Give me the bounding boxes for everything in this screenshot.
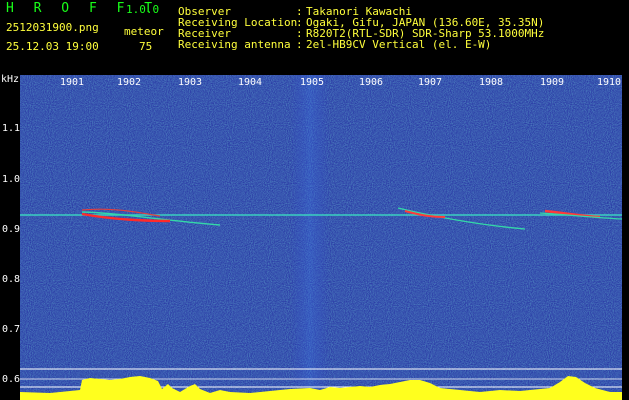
x-tick-label: 1903	[178, 77, 202, 88]
y-tick-label: 0.8	[2, 274, 21, 285]
info-colon: :	[296, 38, 303, 51]
y-axis-unit: kHz	[1, 74, 20, 85]
app-version: 1.0.0	[126, 3, 160, 16]
info-value: 2el-HB9CV Vertical (el. E-W)	[306, 38, 492, 51]
meteor-label: meteor	[124, 25, 164, 38]
x-tick-label: 1905	[300, 77, 324, 88]
y-tick-label: 0.7	[2, 324, 21, 335]
x-tick-label: 1907	[418, 77, 442, 88]
x-tick-label: 1904	[238, 77, 262, 88]
x-tick-label: 1901	[60, 77, 84, 88]
x-tick-label: 1906	[359, 77, 383, 88]
x-tick-label: 1909	[540, 77, 564, 88]
filename: 2512031900.png	[6, 21, 99, 34]
info-label: Receiving antenna	[178, 38, 291, 51]
spectrogram-plot: 1901 1902 1903 1904 1905 1906 1907 1908 …	[20, 75, 622, 400]
noise-band	[290, 75, 330, 400]
y-axis: kHz 1.1 1.0 0.9 0.8 0.7 0.6	[0, 74, 21, 400]
spectrogram-canvas: 1901 1902 1903 1904 1905 1906 1907 1908 …	[20, 75, 622, 400]
x-tick-label: 1902	[117, 77, 141, 88]
x-tick-label: 1908	[479, 77, 503, 88]
y-tick-label: 1.1	[2, 123, 21, 134]
y-tick-label: 1.0	[2, 174, 21, 185]
meteor-count: 75	[139, 40, 153, 53]
y-tick-label: 0.6	[2, 374, 21, 385]
right-margin	[622, 75, 629, 400]
datetime: 25.12.03 19:00	[6, 40, 99, 53]
header-panel: H R O F F T 1.0.0 2512031900.png 25.12.0…	[0, 0, 629, 73]
x-tick-label: 1910	[597, 77, 621, 88]
y-tick-label: 0.9	[2, 224, 21, 235]
